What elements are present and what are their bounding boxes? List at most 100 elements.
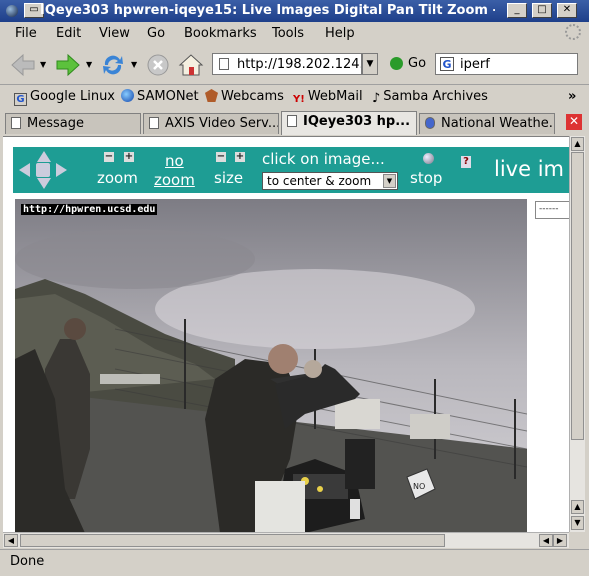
samonet-icon xyxy=(121,89,134,102)
forward-arrow-icon[interactable] xyxy=(55,52,81,78)
close-tab-icon[interactable]: ✕ xyxy=(566,114,582,130)
bookmark-google-linux[interactable]: G Google Linux xyxy=(14,89,115,106)
page-icon xyxy=(287,115,297,127)
size-increase-icon[interactable]: + xyxy=(235,152,245,162)
menu-edit[interactable]: Edit xyxy=(56,26,81,41)
stop-label[interactable]: stop xyxy=(410,169,442,187)
tab-national-weather[interactable]: National Weathe... xyxy=(419,113,555,134)
webcam-sign-text: NO xyxy=(413,482,425,491)
menu-file[interactable]: File xyxy=(15,26,37,41)
url-history-dropdown-icon[interactable]: ▼ xyxy=(362,53,378,75)
back-arrow-icon[interactable] xyxy=(10,52,36,78)
webcam-overlay-url: http://hpwren.ucsd.edu xyxy=(21,204,158,215)
menu-go[interactable]: Go xyxy=(147,26,165,41)
no-zoom-link-2[interactable]: zoom xyxy=(154,171,195,189)
bookmark-label: Google Linux xyxy=(30,89,116,104)
bookmark-webmail[interactable]: Y! WebMail xyxy=(293,89,363,107)
google-icon: G xyxy=(14,93,27,106)
bookmarks-overflow-chevron-icon[interactable]: » xyxy=(568,89,576,104)
click-action-select[interactable]: to center & zoom ▼ xyxy=(262,172,398,190)
search-box[interactable]: G iperf xyxy=(435,53,578,75)
zoom-in-icon[interactable]: + xyxy=(124,152,134,162)
size-label: size xyxy=(214,169,244,187)
zoom-out-icon[interactable]: − xyxy=(104,152,114,162)
browser-logo-icon[interactable] xyxy=(6,5,18,17)
tab-label: Message xyxy=(27,116,84,131)
vertical-scroll-thumb[interactable] xyxy=(571,152,584,440)
horizontal-scrollbar[interactable]: ◀ ◀ ▶ xyxy=(3,532,569,548)
scroll-down-icon[interactable]: ▼ xyxy=(571,516,584,530)
tab-axis-video[interactable]: AXIS Video Serv... xyxy=(143,113,279,134)
bookmark-label: Samba Archives xyxy=(383,89,488,104)
bookmarks-toolbar: G Google Linux SAMONet Webcams Y! WebMail … xyxy=(0,85,589,109)
size-decrease-icon[interactable]: − xyxy=(216,152,226,162)
no-zoom-link[interactable]: no xyxy=(165,152,184,170)
webcam-image[interactable]: NO http://hpwren.ucsd.edu xyxy=(15,199,527,533)
yahoo-icon: Y! xyxy=(293,94,305,105)
scroll-up-icon[interactable]: ▲ xyxy=(571,137,584,151)
tab-bar: Message AXIS Video Serv... IQeye303 hp..… xyxy=(0,111,589,135)
back-history-dropdown-icon[interactable]: ▼ xyxy=(40,60,46,69)
menu-bookmarks[interactable]: Bookmarks xyxy=(184,26,257,41)
bookmark-label: SAMONet xyxy=(137,89,199,104)
forward-history-dropdown-icon[interactable]: ▼ xyxy=(86,60,92,69)
weather-icon xyxy=(425,117,435,129)
help-icon[interactable]: ? xyxy=(461,156,471,168)
status-text: Done xyxy=(10,554,45,569)
tab-label: National Weathe... xyxy=(441,116,555,131)
side-panel-box: ------ xyxy=(535,201,569,219)
center-icon[interactable] xyxy=(36,163,50,177)
menu-bar: File Edit View Go Bookmarks Tools Help xyxy=(0,22,589,46)
bookmark-label: Webcams xyxy=(221,89,284,104)
window-titlebar: ▭ IQeye303 hpwren-iqeye15: Live Images D… xyxy=(0,0,589,22)
menu-help[interactable]: Help xyxy=(325,26,355,41)
samba-icon: ♪ xyxy=(372,91,381,106)
page-icon xyxy=(219,58,229,70)
close-window-button[interactable]: ✕ xyxy=(557,3,577,18)
tab-label: AXIS Video Serv... xyxy=(165,116,279,131)
go-arrow-icon xyxy=(390,57,403,70)
stop-ball-icon[interactable] xyxy=(423,153,434,164)
scroll-up-small-icon[interactable]: ▲ xyxy=(571,500,584,514)
url-bar[interactable]: http://198.202.124. xyxy=(212,53,362,75)
go-label: Go xyxy=(408,56,427,71)
tab-label: IQeye303 hp... xyxy=(303,114,411,129)
tab-message[interactable]: Message xyxy=(5,113,141,134)
vertical-scrollbar[interactable]: ▲ ▲ ▼ xyxy=(569,136,585,532)
menu-tools[interactable]: Tools xyxy=(272,26,304,41)
reload-dropdown-icon[interactable]: ▼ xyxy=(131,60,137,69)
home-icon[interactable] xyxy=(178,52,204,78)
search-input[interactable]: iperf xyxy=(460,57,490,72)
page-content: − + zoom no zoom − + size click on image… xyxy=(3,136,569,533)
url-text[interactable]: http://198.202.124. xyxy=(237,57,361,72)
camera-control-bar: − + zoom no zoom − + size click on image… xyxy=(13,147,569,193)
minimize-button[interactable]: _ xyxy=(507,3,527,18)
bookmark-samba-archives[interactable]: ♪ Samba Archives xyxy=(372,89,488,106)
bookmark-label: WebMail xyxy=(307,89,363,104)
pan-left-icon[interactable] xyxy=(19,163,30,177)
page-icon xyxy=(11,117,21,129)
reload-icon[interactable] xyxy=(100,52,126,78)
navigation-toolbar: ▼ ▼ ▼ http://198.202.124. ▼ Go G iperf xyxy=(0,46,589,85)
tilt-down-icon[interactable] xyxy=(37,178,51,189)
status-bar: Done xyxy=(0,549,589,576)
pan-tilt-dpad xyxy=(19,151,67,189)
go-button[interactable]: Go xyxy=(388,53,428,75)
chevron-down-icon[interactable]: ▼ xyxy=(383,174,396,188)
scroll-left-icon[interactable]: ◀ xyxy=(4,534,18,547)
window-title: IQeye303 hpwren-iqeye15: Live Images Dig… xyxy=(40,3,495,18)
menu-view[interactable]: View xyxy=(99,26,130,41)
tilt-up-icon[interactable] xyxy=(37,151,51,162)
horizontal-scroll-thumb[interactable] xyxy=(20,534,445,547)
bookmark-samonet[interactable]: SAMONet xyxy=(121,89,199,104)
tab-iqeye303[interactable]: IQeye303 hp... xyxy=(281,111,417,135)
stop-icon[interactable] xyxy=(146,52,172,78)
google-search-engine-icon[interactable]: G xyxy=(440,57,454,71)
pan-right-icon[interactable] xyxy=(56,163,67,177)
maximize-button[interactable]: □ xyxy=(532,3,552,18)
throbber-icon xyxy=(565,24,581,40)
scroll-right-icon[interactable]: ▶ xyxy=(553,534,567,547)
scroll-left-small-icon[interactable]: ◀ xyxy=(539,534,553,547)
live-images-label: live im xyxy=(494,157,564,181)
bookmark-webcams[interactable]: Webcams xyxy=(205,89,284,104)
